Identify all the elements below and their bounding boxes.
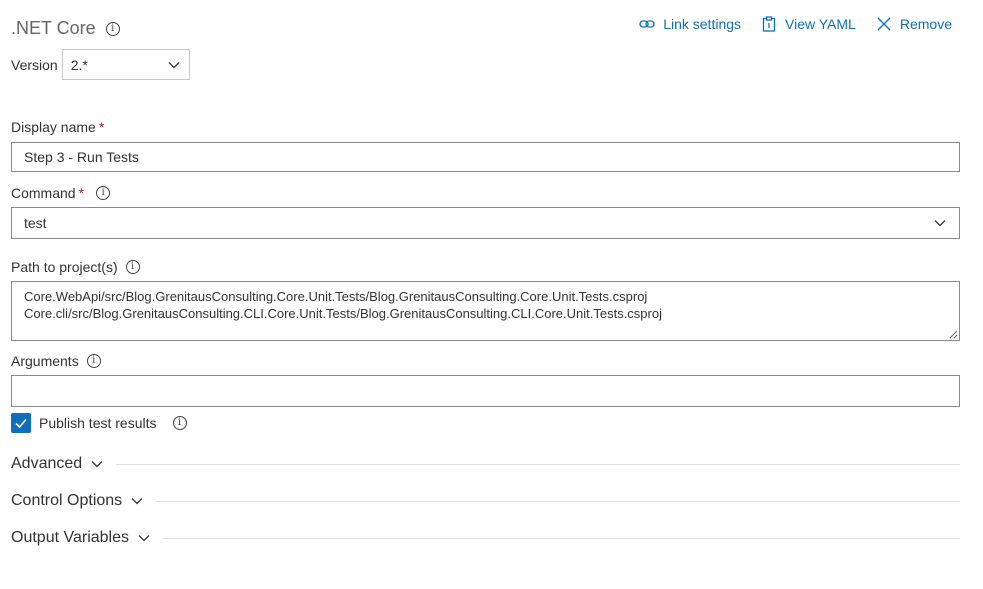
required-mark: * bbox=[98, 119, 105, 135]
chevron-down-icon bbox=[138, 535, 150, 542]
path-label: Path to project(s) i bbox=[11, 259, 140, 275]
control-options-toggle[interactable]: Control Options bbox=[11, 492, 144, 510]
display-name-input[interactable]: Step 3 - Run Tests bbox=[11, 142, 960, 172]
output-variables-toggle[interactable]: Output Variables bbox=[11, 529, 151, 547]
version-row: Version 2.* bbox=[11, 49, 190, 80]
display-name-label-text: Display name bbox=[11, 119, 96, 135]
version-dropdown[interactable]: 2.* bbox=[61, 49, 190, 80]
path-label-text: Path to project(s) bbox=[11, 259, 118, 275]
advanced-label: Advanced bbox=[11, 455, 83, 472]
publish-test-results-label: Publish test results bbox=[39, 415, 157, 431]
section-divider bbox=[116, 463, 960, 465]
command-label-text: Command bbox=[11, 185, 76, 201]
required-mark: * bbox=[78, 185, 85, 201]
advanced-section: Advanced bbox=[11, 455, 960, 473]
clipboard-icon bbox=[762, 16, 776, 32]
output-variables-label: Output Variables bbox=[11, 529, 129, 546]
version-value: 2.* bbox=[70, 56, 88, 73]
chevron-down-icon bbox=[168, 61, 180, 68]
path-textarea[interactable]: Core.WebApi/src/Blog.GrenitausConsulting… bbox=[11, 281, 960, 341]
info-icon[interactable]: i bbox=[105, 22, 120, 36]
chevron-down-icon bbox=[131, 498, 143, 505]
info-icon[interactable]: i bbox=[172, 416, 187, 430]
view-yaml-label: View YAML bbox=[785, 16, 856, 32]
task-title: .NET Core bbox=[11, 17, 96, 38]
link-icon bbox=[639, 20, 655, 28]
publish-test-results-checkbox[interactable] bbox=[11, 413, 31, 433]
path-line: Core.WebApi/src/Blog.GrenitausConsulting… bbox=[24, 289, 648, 304]
display-name-value: Step 3 - Run Tests bbox=[24, 149, 139, 165]
view-yaml-button[interactable]: View YAML bbox=[761, 16, 856, 32]
info-icon[interactable]: i bbox=[125, 260, 140, 274]
output-variables-section: Output Variables bbox=[11, 529, 960, 547]
display-name-label: Display name * bbox=[11, 119, 104, 135]
command-value: test bbox=[24, 215, 47, 231]
info-icon[interactable]: i bbox=[96, 186, 111, 200]
arguments-label: Arguments i bbox=[11, 353, 101, 369]
remove-button[interactable]: Remove bbox=[876, 16, 952, 32]
advanced-toggle[interactable]: Advanced bbox=[11, 455, 104, 473]
task-header: .NET Core i bbox=[11, 16, 120, 40]
arguments-input[interactable] bbox=[11, 375, 960, 407]
chevron-down-icon bbox=[934, 220, 946, 227]
command-label: Command * i bbox=[11, 185, 111, 201]
control-options-section: Control Options bbox=[11, 492, 960, 510]
task-actions: Link settings View YAML Remove bbox=[639, 16, 952, 32]
checkmark-icon bbox=[15, 418, 27, 429]
link-settings-label: Link settings bbox=[663, 16, 742, 32]
command-dropdown[interactable]: test bbox=[11, 207, 960, 239]
path-line: Core.cli/src/Blog.GrenitausConsulting.CL… bbox=[24, 306, 662, 321]
publish-test-results-row: Publish test results i bbox=[11, 413, 187, 433]
chevron-down-icon bbox=[91, 461, 103, 468]
version-label: Version bbox=[11, 56, 58, 73]
link-settings-button[interactable]: Link settings bbox=[639, 16, 741, 32]
control-options-label: Control Options bbox=[11, 492, 123, 509]
section-divider bbox=[163, 537, 960, 539]
info-icon[interactable]: i bbox=[86, 354, 101, 368]
arguments-label-text: Arguments bbox=[11, 353, 79, 369]
resize-handle-icon[interactable] bbox=[949, 330, 958, 339]
remove-label: Remove bbox=[899, 16, 952, 32]
close-icon bbox=[877, 17, 891, 31]
section-divider bbox=[156, 500, 960, 502]
